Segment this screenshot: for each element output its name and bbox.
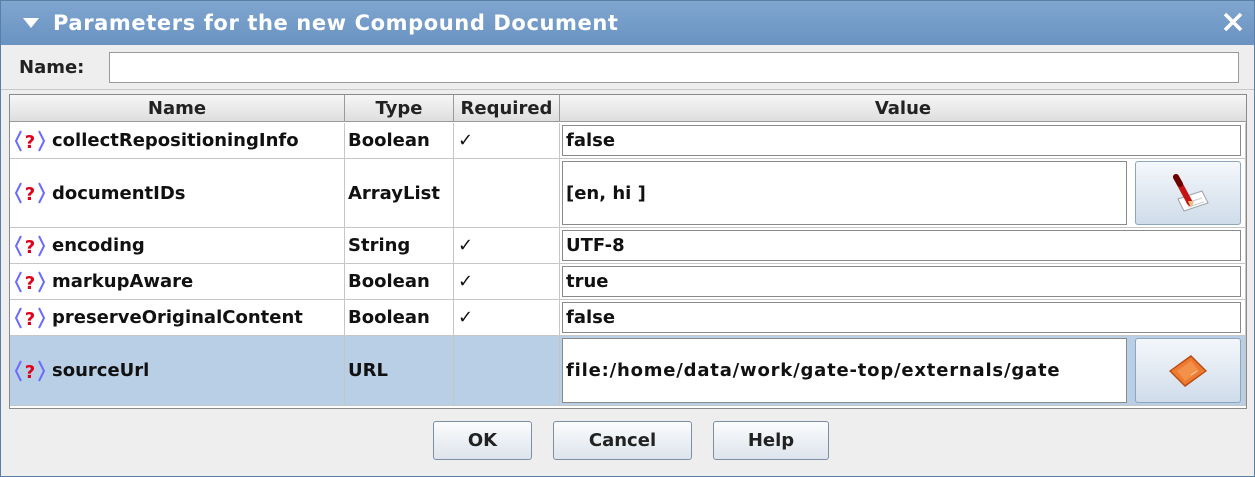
param-value-cell[interactable]: file:/home/data/work/gate-top/externals/… [560, 336, 1246, 406]
table-row[interactable]: ? sourceUrl URL file:/home/data/work/gat… [10, 336, 1246, 406]
edit-list-icon [1173, 174, 1209, 212]
dialog-title: Parameters for the new Compound Document [53, 11, 619, 35]
param-name-cell[interactable]: ? documentIDs [10, 159, 345, 228]
param-value-cell[interactable]: false [560, 300, 1246, 336]
param-required [454, 159, 560, 228]
param-value-field[interactable]: file:/home/data/work/gate-top/externals/… [562, 338, 1127, 403]
param-value-field[interactable]: true [562, 266, 1241, 297]
param-value-field[interactable]: false [562, 302, 1241, 333]
param-name-cell[interactable]: ? sourceUrl [10, 336, 345, 406]
param-value-cell[interactable]: UTF-8 [560, 228, 1246, 264]
param-required [454, 336, 560, 406]
param-type: String [345, 228, 454, 264]
table-row[interactable]: ? preserveOriginalContent Boolean ✓ fals… [10, 300, 1246, 336]
help-button[interactable]: Help [713, 421, 829, 460]
param-value-cell[interactable]: true [560, 264, 1246, 300]
svg-text:?: ? [25, 309, 35, 330]
table-row[interactable]: ? markupAware Boolean ✓ true [10, 264, 1246, 300]
ok-button[interactable]: OK [433, 421, 532, 460]
param-name-cell[interactable]: ? markupAware [10, 264, 345, 300]
open-file-button[interactable] [1135, 338, 1241, 403]
close-icon[interactable] [1222, 11, 1244, 33]
compound-document-dialog: Parameters for the new Compound Document… [0, 0, 1255, 477]
param-name-cell[interactable]: ? encoding [10, 228, 345, 264]
param-type: URL [345, 336, 454, 406]
table-row[interactable]: ? collectRepositioningInfo Boolean ✓ fal… [10, 123, 1246, 159]
param-required: ✓ [454, 228, 560, 264]
param-value-field[interactable]: false [562, 125, 1241, 156]
svg-text:?: ? [25, 237, 35, 258]
param-type: ArrayList [345, 159, 454, 228]
param-required: ✓ [454, 300, 560, 336]
cancel-button[interactable]: Cancel [553, 421, 692, 460]
param-name: sourceUrl [52, 360, 150, 381]
param-type: Boolean [345, 123, 454, 159]
param-name: documentIDs [52, 182, 186, 204]
svg-text:?: ? [25, 184, 35, 205]
button-bar: OK Cancel Help [1, 411, 1254, 476]
column-header-value[interactable]: Value [560, 95, 1246, 122]
help-icon[interactable]: ? [14, 306, 46, 330]
param-name-cell[interactable]: ? preserveOriginalContent [10, 300, 345, 336]
param-value-cell[interactable]: false [560, 123, 1246, 159]
name-label: Name: [19, 57, 85, 78]
title-bar[interactable]: Parameters for the new Compound Document [1, 1, 1254, 45]
param-required: ✓ [454, 123, 560, 159]
edit-list-button[interactable] [1135, 161, 1241, 225]
param-type: Boolean [345, 300, 454, 336]
column-header-name[interactable]: Name [10, 95, 345, 122]
close-button[interactable] [1218, 7, 1248, 37]
svg-text:?: ? [25, 132, 35, 153]
svg-text:?: ? [25, 273, 35, 294]
table-row[interactable]: ? encoding String ✓ UTF-8 [10, 228, 1246, 264]
param-name: encoding [52, 235, 145, 256]
column-header-required[interactable]: Required [454, 95, 560, 122]
collapse-arrow-icon[interactable] [23, 18, 39, 28]
help-icon[interactable]: ? [14, 181, 46, 205]
parameters-table: Name Type Required Value ? collectReposi… [9, 94, 1247, 409]
param-name: markupAware [52, 271, 194, 292]
param-value-field[interactable]: [en, hi ] [562, 161, 1127, 225]
help-icon[interactable]: ? [14, 234, 46, 258]
param-value-field[interactable]: UTF-8 [562, 230, 1241, 261]
table-row[interactable]: ? documentIDs ArrayList [en, hi ] [10, 159, 1246, 228]
name-bar: Name: [1, 45, 1254, 90]
open-file-icon [1169, 354, 1207, 387]
help-icon[interactable]: ? [14, 129, 46, 153]
param-required: ✓ [454, 264, 560, 300]
name-input[interactable] [109, 52, 1239, 83]
help-icon[interactable]: ? [14, 270, 46, 294]
param-name: preserveOriginalContent [52, 307, 303, 328]
param-type: Boolean [345, 264, 454, 300]
param-name-cell[interactable]: ? collectRepositioningInfo [10, 123, 345, 159]
column-header-type[interactable]: Type [345, 95, 454, 122]
svg-text:?: ? [25, 362, 35, 383]
help-icon[interactable]: ? [14, 359, 46, 383]
param-value-cell[interactable]: [en, hi ] [560, 159, 1246, 228]
param-name: collectRepositioningInfo [52, 130, 299, 151]
